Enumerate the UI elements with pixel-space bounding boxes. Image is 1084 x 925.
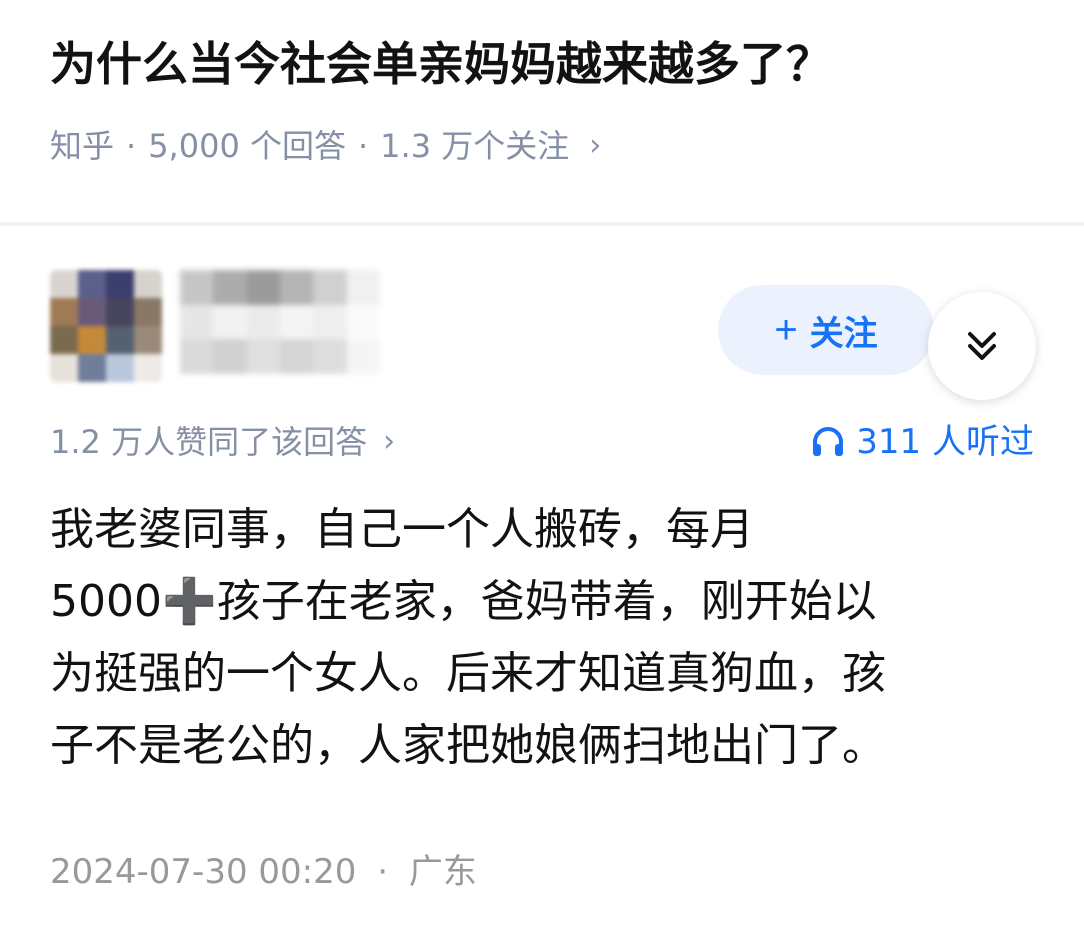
footer-separator: · — [377, 852, 389, 892]
answer-body[interactable]: 我老婆同事，自己一个人搬砖，每月 5000➕孩子在老家，爸妈带着，刚开始以 为挺… — [50, 494, 1035, 782]
avatar[interactable] — [50, 270, 162, 382]
answer-count: 5,000 个回答 — [148, 127, 346, 165]
question-title[interactable]: 为什么当今社会单亲妈妈越来越多了？ — [50, 28, 832, 100]
headphones-icon — [813, 427, 844, 456]
listener-count: 311 人听过 — [856, 422, 1034, 462]
answer-location: 广东 — [408, 852, 477, 892]
author-name-blurred[interactable] — [180, 270, 380, 374]
upvote-summary[interactable]: 1.2 万人赞同了该回答 › — [50, 418, 395, 466]
double-chevron-down-icon — [968, 332, 996, 360]
answer-line: 为挺强的一个女人。后来才知道真狗血，孩 — [50, 648, 886, 699]
answer-line: 子不是老公的，人家把她娘俩扫地出门了。 — [50, 720, 886, 771]
follow-label: 关注 — [809, 314, 878, 353]
answer-page: 为什么当今社会单亲妈妈越来越多了？ 知乎 · 5,000 个回答 · 1.3 万… — [0, 0, 1084, 925]
meta-separator: · — [126, 127, 137, 165]
question-meta[interactable]: 知乎 · 5,000 个回答 · 1.3 万个关注 › — [50, 122, 601, 170]
chevron-right-icon: › — [383, 424, 396, 459]
answer-line: 5000➕孩子在老家，爸妈带着，刚开始以 — [50, 576, 877, 627]
expand-button[interactable] — [928, 292, 1036, 400]
chevron-right-icon: › — [589, 128, 602, 163]
plus-icon: + — [774, 307, 798, 352]
source-label: 知乎 — [50, 127, 115, 165]
upvote-count: 1.2 万人赞同了该回答 — [50, 423, 368, 461]
listen-button[interactable]: 311 人听过 — [810, 418, 1034, 466]
answer-datetime: 2024-07-30 00:20 — [50, 852, 357, 892]
section-divider — [0, 222, 1084, 226]
follow-button[interactable]: + 关注 — [718, 285, 934, 375]
meta-separator: · — [357, 127, 369, 165]
follower-count: 1.3 万个关注 — [380, 127, 570, 165]
answer-footer: 2024-07-30 00:20 · 广东 — [50, 848, 477, 896]
answer-line: 我老婆同事，自己一个人搬砖，每月 — [50, 504, 754, 555]
